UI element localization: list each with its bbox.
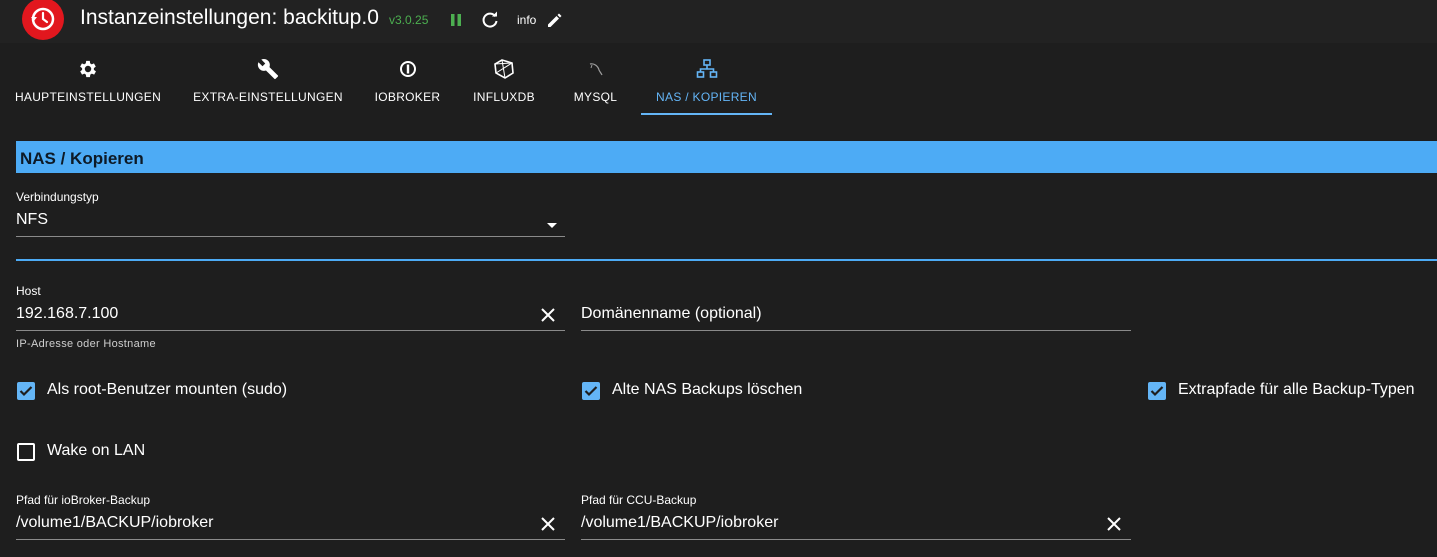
- tab-label: EXTRA-EINSTELLUNGEN: [193, 90, 343, 104]
- app-header: Instanzeinstellungen: backitup.0 v3.0.25…: [0, 0, 1437, 43]
- tab-extra-einstellungen[interactable]: EXTRA-EINSTELLUNGEN: [193, 43, 343, 115]
- iobroker-path-underline: [16, 539, 565, 540]
- extra-paths-checkbox[interactable]: [1148, 382, 1166, 400]
- refresh-icon[interactable]: [479, 9, 501, 31]
- clear-icon[interactable]: [1104, 514, 1124, 534]
- tab-label: IOBROKER: [374, 90, 441, 104]
- influxdb-icon: [493, 57, 515, 81]
- host-label: Host: [16, 284, 41, 298]
- clear-icon[interactable]: [538, 514, 558, 534]
- tab-haupteinstellungen[interactable]: HAUPTEINSTELLUNGEN: [14, 43, 162, 115]
- clear-icon[interactable]: [538, 305, 558, 325]
- delete-old-checkbox[interactable]: [582, 382, 600, 400]
- host-underline: [16, 330, 565, 331]
- wol-label: Wake on LAN: [47, 442, 146, 459]
- tab-influxdb[interactable]: INFLUXDB: [472, 43, 536, 115]
- domain-underline: [581, 330, 1131, 331]
- iobroker-path-input[interactable]: /volume1/BACKUP/iobroker: [16, 514, 213, 532]
- ccu-path-input[interactable]: /volume1/BACKUP/iobroker: [581, 514, 778, 532]
- gear-icon: [77, 57, 99, 81]
- connection-type-label: Verbindungstyp: [16, 190, 99, 204]
- ccu-path-label: Pfad für CCU-Backup: [581, 493, 697, 507]
- dropdown-arrow-icon[interactable]: [546, 216, 558, 234]
- page-title: Instanzeinstellungen: backitup.0: [80, 6, 379, 29]
- domain-input[interactable]: Domänenname (optional): [581, 305, 762, 323]
- edit-icon[interactable]: [544, 9, 566, 31]
- wrench-icon: [257, 57, 279, 81]
- section-header: NAS / Kopieren: [16, 141, 1437, 173]
- tab-label: INFLUXDB: [473, 90, 535, 104]
- iobroker-path-label: Pfad für ioBroker-Backup: [16, 493, 151, 507]
- delete-old-label: Alte NAS Backups löschen: [612, 381, 803, 398]
- backitup-logo-icon: [22, 0, 64, 40]
- extra-paths-label: Extrapfade für alle Backup-Typen: [1178, 381, 1415, 398]
- tab-label: HAUPTEINSTELLUNGEN: [14, 90, 162, 104]
- version-label: v3.0.25: [389, 13, 429, 27]
- wol-checkbox[interactable]: [17, 443, 35, 461]
- iobroker-icon: [399, 57, 417, 81]
- section-divider: [16, 259, 1437, 261]
- host-helper-text: IP-Adresse oder Hostname: [16, 338, 156, 350]
- connection-type-select[interactable]: NFS: [16, 211, 48, 229]
- tab-nas-kopieren[interactable]: NAS / KOPIEREN: [641, 43, 772, 115]
- tab-bar: HAUPTEINSTELLUNGEN EXTRA-EINSTELLUNGEN I…: [0, 43, 1437, 115]
- mysql-icon: [587, 57, 605, 81]
- network-icon: [696, 57, 718, 81]
- tab-iobroker[interactable]: IOBROKER: [374, 43, 441, 115]
- tab-label: MYSQL: [573, 90, 618, 104]
- sudo-checkbox[interactable]: [17, 382, 35, 400]
- tab-mysql[interactable]: MYSQL: [574, 43, 617, 115]
- host-input[interactable]: 192.168.7.100: [16, 305, 118, 323]
- tab-label: NAS / KOPIEREN: [656, 90, 757, 104]
- connection-type-underline: [16, 236, 565, 237]
- ccu-path-underline: [581, 539, 1131, 540]
- info-label[interactable]: info: [517, 13, 536, 27]
- pause-icon[interactable]: [445, 9, 467, 31]
- sudo-label: Als root-Benutzer mounten (sudo): [47, 381, 288, 398]
